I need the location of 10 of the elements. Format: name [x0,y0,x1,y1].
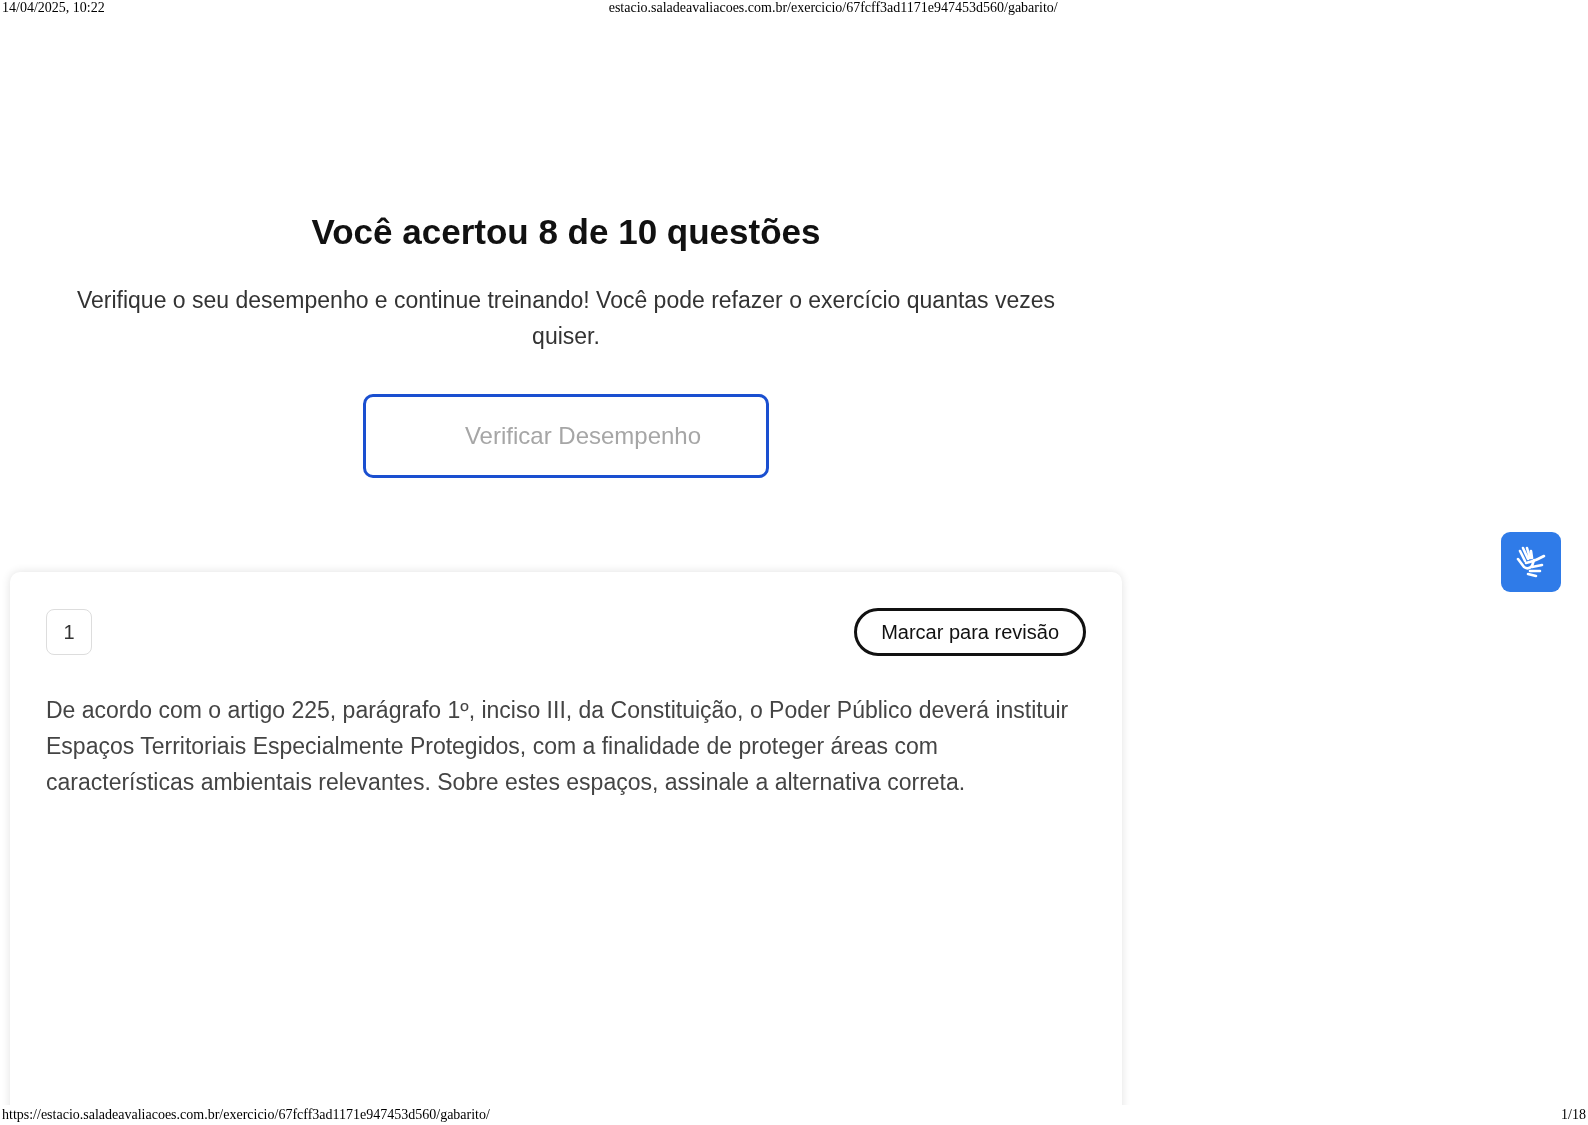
mark-for-review-button[interactable]: Marcar para revisão [854,608,1086,656]
question-number: 1 [46,609,92,655]
print-url: estacio.saladeavaliacoes.com.br/exercicio/67fcff3ad1171e947453d560/gabarito/ [608,0,1058,16]
question-text: De acordo com o artigo 225, parágrafo 1º, inciso III, da Constituição, o Poder Público deverá instituir Espaços Territoriais Especialmente Protegidos, com a finalidade de proteger áreas com características ambientais relevantes. Sobre estes espaços, assinale a alternativa correta. [46,696,1070,797]
print-date: 14/04/2025, 10:22 [2,0,105,16]
result-title: Você acertou 8 de 10 questões [311,212,821,252]
page-number: 1/18 [1561,1106,1586,1124]
sign-language-button[interactable] [1501,532,1561,592]
print-url: https://estacio.saladeavaliacoes.com.br/exercicio/67fcff3ad1171e947453d560/gabarito/ [2,1106,490,1124]
result-message: Verifique o seu desempenho e continue treinando! Você pode refazer o exercício quantas vezes quiser. [75,286,1057,351]
